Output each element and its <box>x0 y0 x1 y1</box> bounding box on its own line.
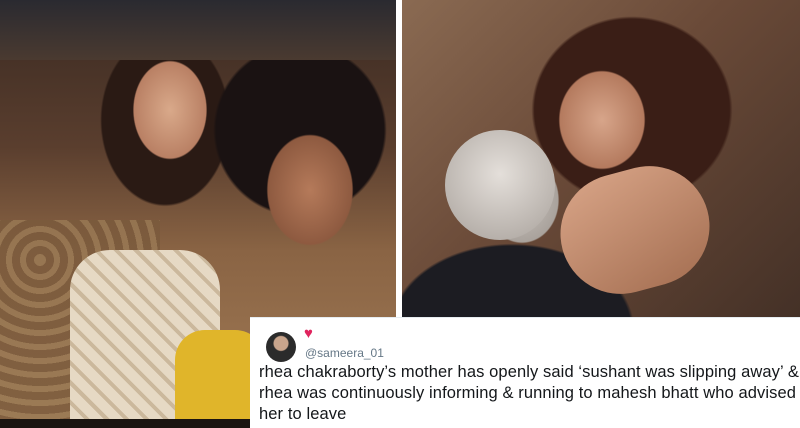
tweet-card: ♥ @sameera_01 rhea chakraborty’s mother … <box>250 317 800 428</box>
tweet-handle: @sameera_01 <box>305 346 384 360</box>
avatar <box>266 332 296 362</box>
gray-hair <box>445 130 555 240</box>
glasses <box>0 155 150 205</box>
heart-icon: ♥ <box>304 325 313 342</box>
tweet-text: rhea chakraborty’s mother has openly sai… <box>259 363 799 423</box>
background-wall <box>0 0 396 60</box>
